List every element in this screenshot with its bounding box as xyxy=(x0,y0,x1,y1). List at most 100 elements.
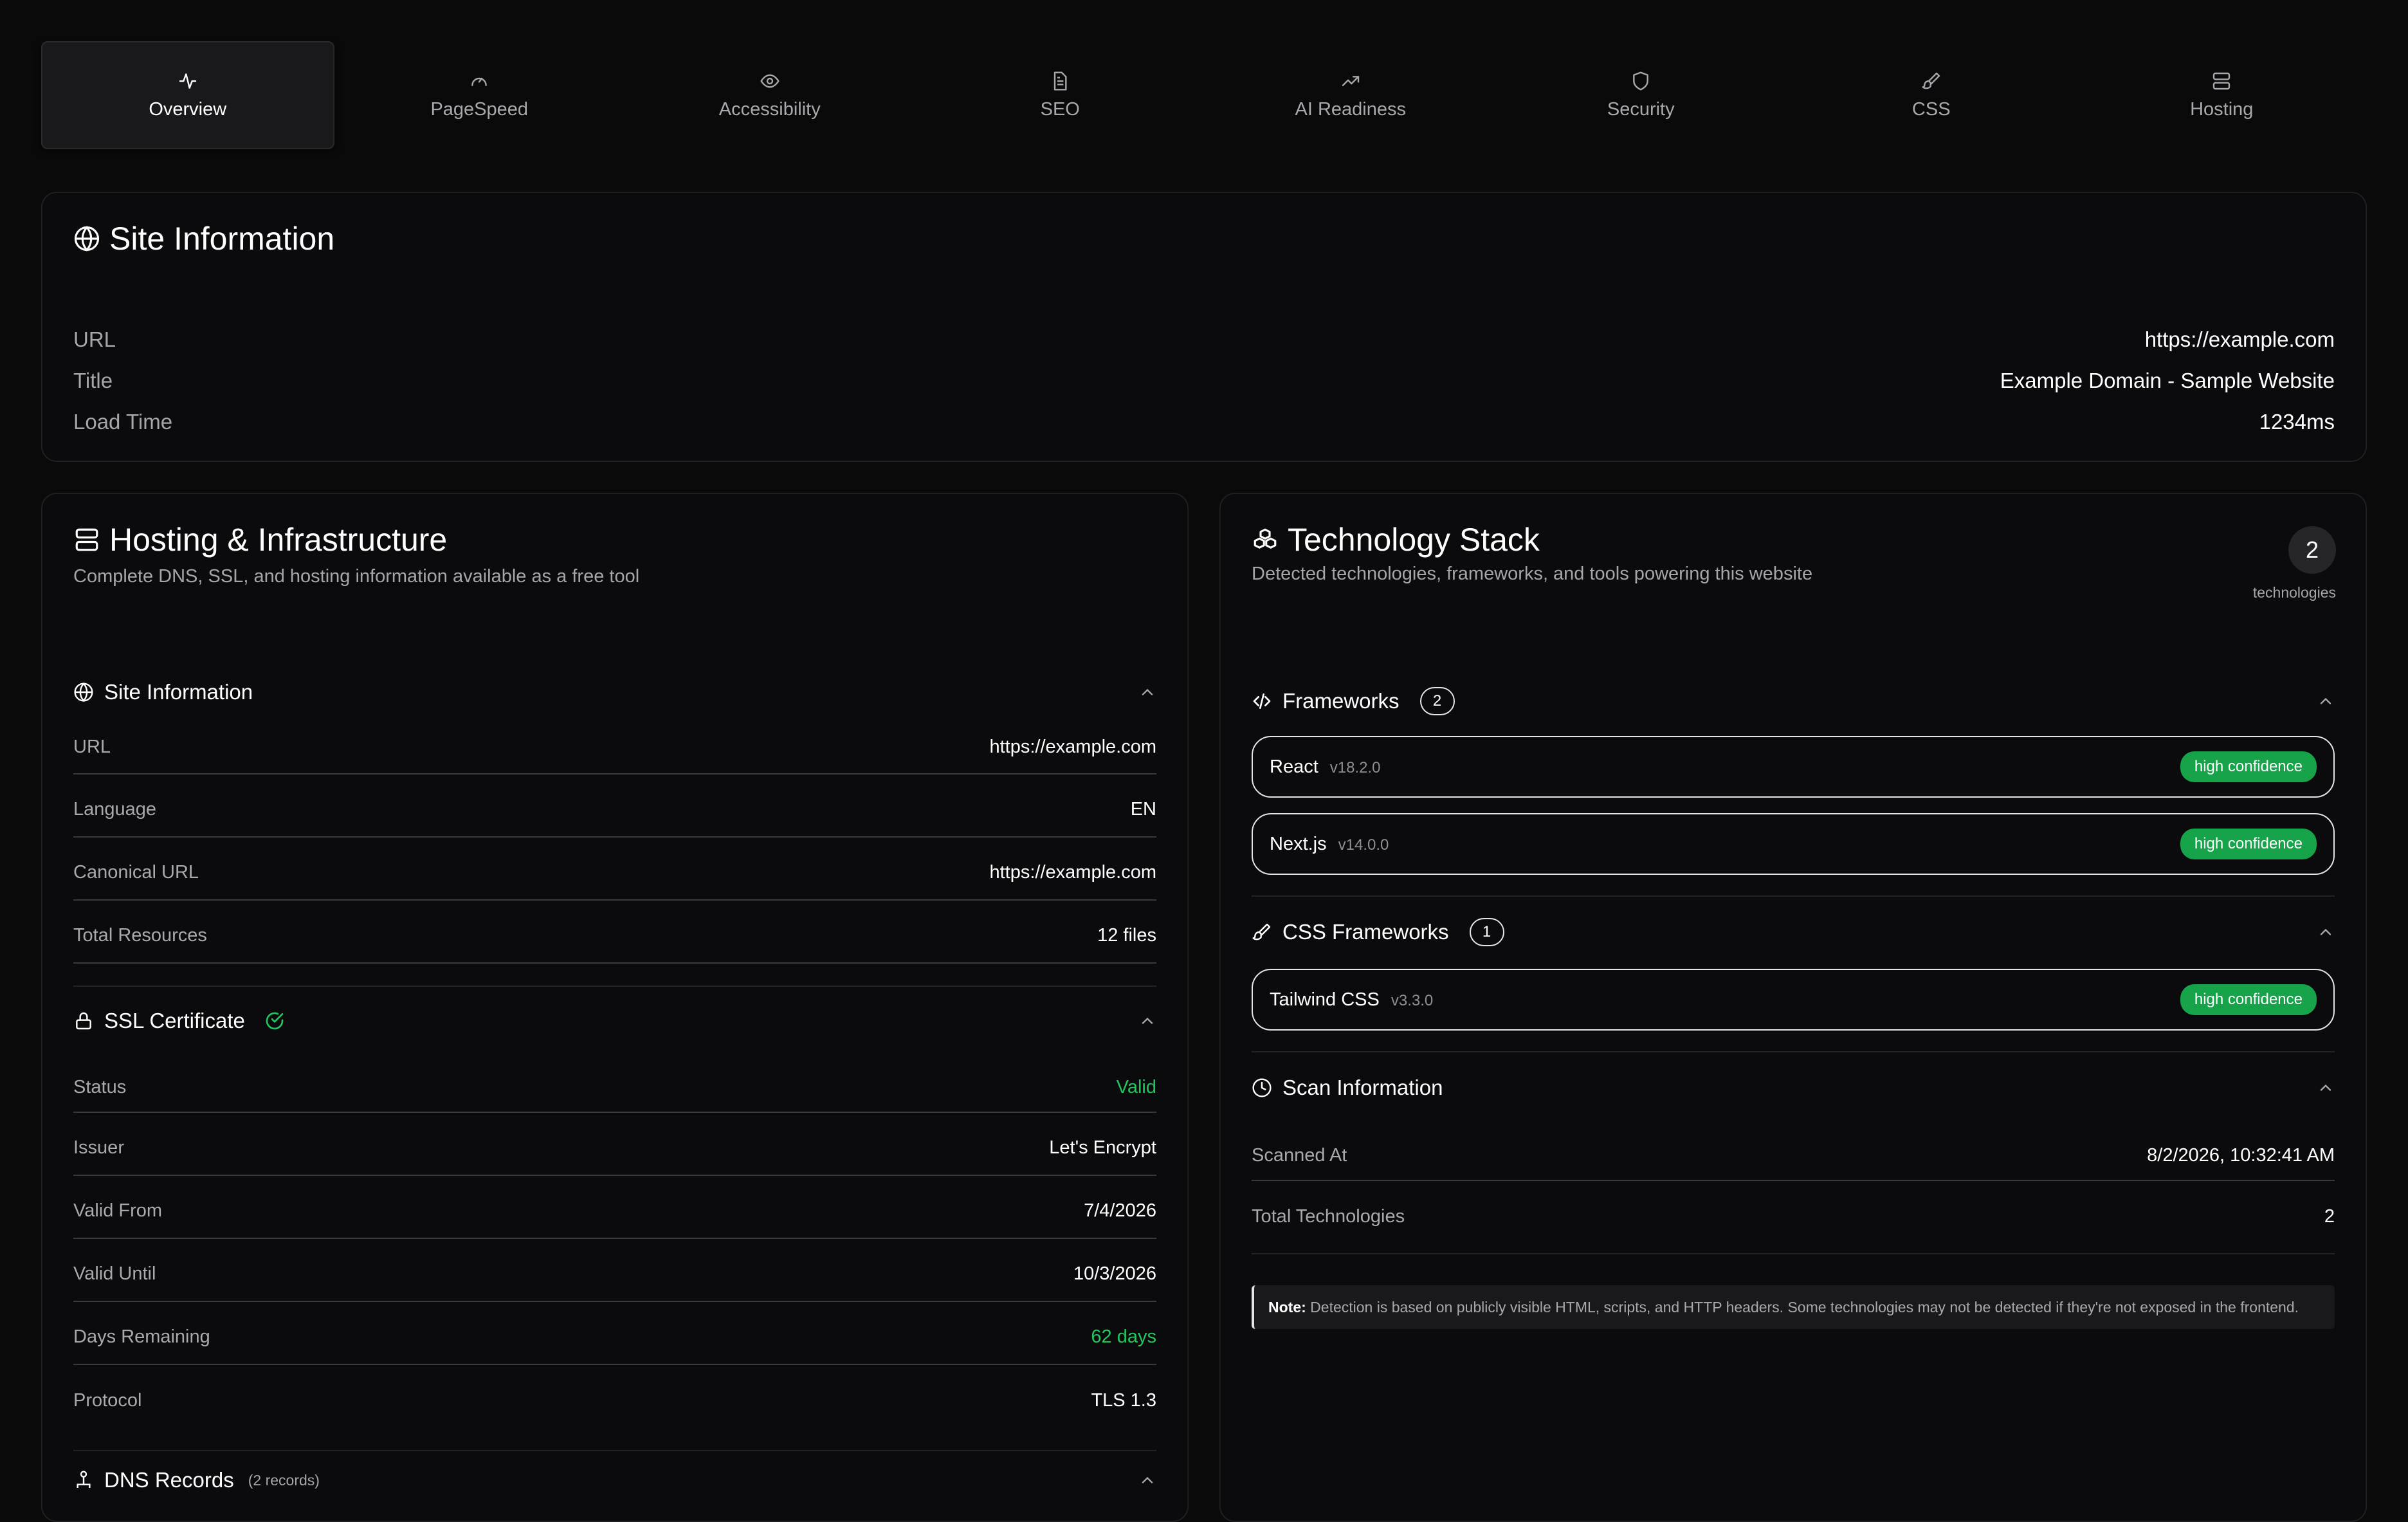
note-label: Note: xyxy=(1268,1299,1306,1316)
page: Overview PageSpeed Accessibility SEO AI … xyxy=(0,0,2408,1522)
row-value: TLS 1.3 xyxy=(1091,1389,1156,1411)
row-value: https://example.com xyxy=(989,861,1157,883)
dns-section-toggle[interactable]: DNS Records (2 records) xyxy=(73,1451,1156,1509)
site-info-title: Site Information xyxy=(109,221,335,257)
tech-version: v14.0.0 xyxy=(1338,836,1389,854)
tech-name: React xyxy=(1270,756,1318,777)
tech-name: Next.js xyxy=(1270,833,1327,854)
table-row: Status Valid xyxy=(73,1055,1156,1113)
table-row: Days Remaining 62 days xyxy=(73,1302,1156,1365)
server-icon xyxy=(75,528,98,551)
clock-icon xyxy=(1252,1078,1272,1097)
css-frameworks-section-toggle[interactable]: CSS Frameworks 1 xyxy=(1252,897,2335,967)
chevron-up-icon xyxy=(1142,688,1153,695)
ssl-status-value: Valid xyxy=(1116,1076,1156,1097)
tab-label: AI Readiness xyxy=(1295,98,1407,120)
tab-label: Accessibility xyxy=(718,98,821,120)
row-value: https://example.com xyxy=(2144,327,2335,351)
tab-security[interactable]: Security xyxy=(1496,41,1787,149)
tech-count-circle: 2 xyxy=(2288,526,2336,574)
tab-label: PageSpeed xyxy=(430,98,529,120)
tab-label: Overview xyxy=(149,98,227,120)
tech-item-nextjs[interactable]: Next.js v14.0.0 high confidence xyxy=(1252,813,2335,875)
gauge-icon xyxy=(471,77,488,86)
row-value: 10/3/2026 xyxy=(1073,1263,1156,1284)
divider xyxy=(1252,1253,2335,1254)
tab-ai-readiness[interactable]: AI Readiness xyxy=(1205,41,1496,149)
tab-label: Hosting xyxy=(2190,98,2254,120)
hosting-heading: Hosting & Infrastructure xyxy=(73,521,447,558)
ssl-section-toggle[interactable]: SSL Certificate xyxy=(73,987,1156,1055)
tab-accessibility[interactable]: Accessibility xyxy=(625,41,915,149)
row-value: Example Domain - Sample Website xyxy=(2000,369,2335,392)
hosting-card: Hosting & Infrastructure Complete DNS, S… xyxy=(41,493,1189,1522)
row-label: URL xyxy=(73,327,116,351)
site-info-heading: Site Information xyxy=(73,220,334,257)
site-info-card: Site Information URL https://example.com… xyxy=(41,192,2367,462)
tech-name: Tailwind CSS xyxy=(1270,989,1380,1010)
site-info-row-load-time: Load Time 1234ms xyxy=(73,401,2335,443)
tech-count-label: technologies xyxy=(2252,584,2336,601)
confidence-badge: high confidence xyxy=(2180,751,2317,782)
hosting-site-rows: URL https://example.com Language EN Cano… xyxy=(73,713,1156,964)
tab-label: Security xyxy=(1607,98,1675,120)
row-label: Language xyxy=(73,798,157,820)
row-label: Total Resources xyxy=(73,924,207,946)
tech-version: v18.2.0 xyxy=(1329,758,1381,776)
chevron-up-icon xyxy=(2320,697,2331,704)
tech-stack-card: Technology Stack Detected technologies, … xyxy=(1219,493,2367,1522)
tech-count: 2 xyxy=(2305,536,2319,563)
chevron-up-icon xyxy=(1142,1017,1153,1024)
section-title: CSS Frameworks xyxy=(1282,920,1449,944)
confidence-badge: high confidence xyxy=(2180,984,2317,1015)
row-value: 8/2/2026, 10:32:41 AM xyxy=(2147,1144,2335,1166)
chevron-up-icon xyxy=(2320,928,2331,935)
row-value: Let's Encrypt xyxy=(1049,1137,1156,1158)
table-row: Language EN xyxy=(73,775,1156,838)
tech-title: Technology Stack xyxy=(1288,522,1540,558)
paintbrush-icon xyxy=(1922,72,1940,89)
row-label: Issuer xyxy=(73,1137,124,1158)
table-row: Scanned At 8/2/2026, 10:32:41 AM xyxy=(1252,1123,2335,1181)
tab-label: CSS xyxy=(1911,98,1951,120)
dns-record-count: (2 records) xyxy=(248,1471,320,1489)
row-value: EN xyxy=(1130,798,1156,820)
section-title: SSL Certificate xyxy=(104,1009,245,1032)
tab-seo[interactable]: SEO xyxy=(915,41,1206,149)
row-value: 1234ms xyxy=(2259,410,2335,434)
frameworks-section-toggle[interactable]: Frameworks 2 xyxy=(1252,681,2335,722)
chevron-up-icon xyxy=(1142,1476,1153,1483)
tech-version: v3.3.0 xyxy=(1391,991,1434,1009)
tech-item-react[interactable]: React v18.2.0 high confidence xyxy=(1252,736,2335,798)
hosting-site-section-toggle[interactable]: Site Information xyxy=(73,672,1156,713)
row-label: Days Remaining xyxy=(73,1326,210,1347)
site-info-row-url: URL https://example.com xyxy=(73,319,2335,360)
tab-hosting[interactable]: Hosting xyxy=(2077,41,2367,149)
hosting-subtitle: Complete DNS, SSL, and hosting informati… xyxy=(73,566,640,587)
site-info-row-title: Title Example Domain - Sample Website xyxy=(73,360,2335,401)
boxes-icon xyxy=(1254,528,1277,549)
row-label: Total Technologies xyxy=(1252,1206,1405,1227)
table-row: URL https://example.com xyxy=(73,713,1156,775)
section-title: DNS Records xyxy=(104,1468,234,1492)
tab-pagespeed[interactable]: PageSpeed xyxy=(334,41,625,149)
hosting-title: Hosting & Infrastructure xyxy=(109,522,448,558)
tab-overview[interactable]: Overview xyxy=(41,41,334,149)
scan-info-section-toggle[interactable]: Scan Information xyxy=(1252,1052,2335,1123)
tab-css[interactable]: CSS xyxy=(1786,41,2077,149)
shield-icon xyxy=(1633,71,1649,91)
trending-up-icon xyxy=(1342,75,1359,86)
server-icon xyxy=(2213,72,2230,89)
globe-icon xyxy=(74,682,93,702)
tech-subtitle: Detected technologies, frameworks, and t… xyxy=(1252,564,1813,584)
eye-icon xyxy=(760,73,780,88)
tab-bar: Overview PageSpeed Accessibility SEO AI … xyxy=(41,41,2367,149)
table-row: Total Resources 12 files xyxy=(73,901,1156,964)
tech-heading: Technology Stack xyxy=(1252,521,1540,558)
chevron-up-icon xyxy=(2320,1084,2331,1091)
detection-note: Note: Detection is based on publicly vis… xyxy=(1252,1285,2335,1329)
tech-item-tailwind[interactable]: Tailwind CSS v3.3.0 high confidence xyxy=(1252,969,2335,1031)
table-row: Valid Until 10/3/2026 xyxy=(73,1239,1156,1302)
row-label: Canonical URL xyxy=(73,861,199,883)
row-label: Status xyxy=(73,1076,127,1097)
